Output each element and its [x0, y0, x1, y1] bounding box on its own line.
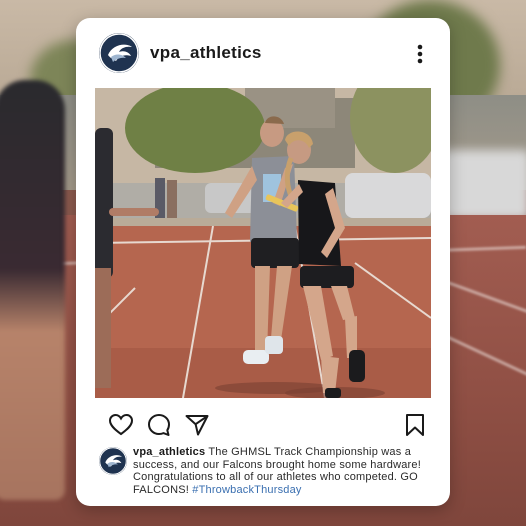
share-icon[interactable]	[184, 412, 210, 438]
post-header: vpa_athletics	[76, 18, 450, 86]
instagram-post-card: vpa_athletics vpa_athletics The GHMSL Tr…	[76, 18, 450, 506]
caption-avatar[interactable]	[99, 447, 127, 475]
bookmark-icon[interactable]	[402, 412, 428, 438]
caption-hashtag[interactable]: #ThrowbackThursday	[192, 484, 301, 496]
post-caption: vpa_athletics The GHMSL Track Championsh…	[98, 446, 428, 502]
post-actions-bar	[76, 410, 450, 442]
heart-icon[interactable]	[108, 412, 134, 438]
caption-username[interactable]: vpa_athletics	[133, 446, 205, 458]
post-username[interactable]: vpa_athletics	[150, 43, 262, 63]
falcon-logo-icon	[99, 33, 139, 73]
falcon-logo-icon	[99, 447, 127, 475]
caption-text: vpa_athletics The GHMSL Track Championsh…	[133, 446, 428, 496]
more-options-icon[interactable]	[412, 44, 428, 66]
profile-avatar[interactable]	[99, 33, 139, 73]
comment-icon[interactable]	[146, 412, 172, 438]
post-photo[interactable]	[95, 88, 431, 398]
relay-race-photo	[95, 88, 431, 398]
